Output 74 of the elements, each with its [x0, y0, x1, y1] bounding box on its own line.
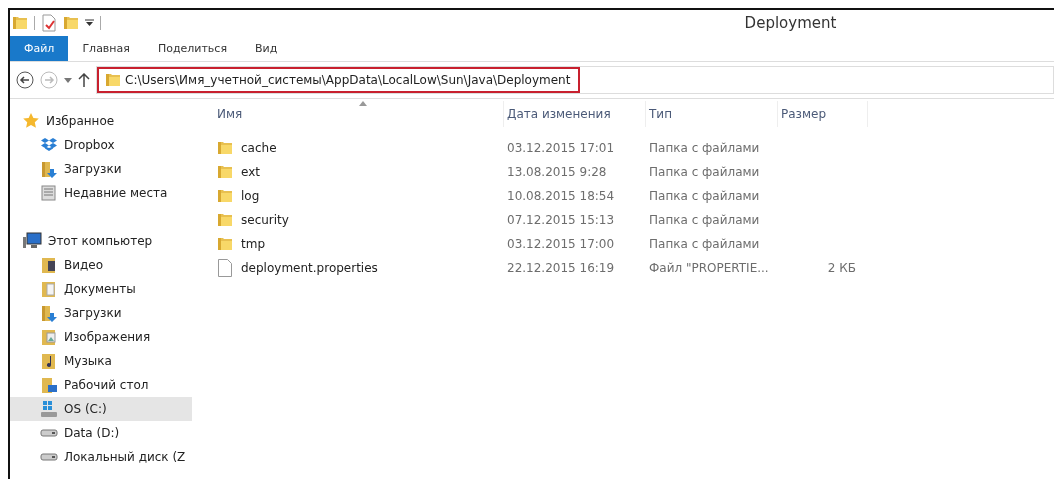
- file-row[interactable]: deployment.properties 22.12.2015 16:19 Файл "PROPERTIE... 2 КБ: [214, 256, 1054, 280]
- desktop-folder-icon: [40, 376, 58, 394]
- folder-icon: [217, 139, 233, 157]
- dropdown-icon[interactable]: [85, 19, 94, 27]
- file-icon: [217, 259, 233, 277]
- star-icon: [22, 112, 40, 130]
- file-type: Папка с файлами: [649, 165, 760, 179]
- sidebar-item[interactable]: Загрузки: [10, 157, 192, 181]
- file-type: Файл "PROPERTIE...: [649, 261, 769, 275]
- sidebar-item[interactable]: Локальный диск (Z: [10, 445, 192, 469]
- file-type: Папка с файлами: [649, 141, 760, 155]
- file-name: ext: [241, 165, 260, 179]
- file-type: Папка с файлами: [649, 237, 760, 251]
- file-type: Папка с файлами: [649, 189, 760, 203]
- sidebar-item[interactable]: Загрузки: [10, 301, 192, 325]
- sort-caret-icon: [358, 101, 367, 106]
- sidebar-item[interactable]: Недавние места: [10, 181, 192, 205]
- sidebar-item[interactable]: Dropbox: [10, 133, 192, 157]
- documents-folder-icon: [40, 280, 58, 298]
- modified-date: 03.12.2015 17:01: [507, 141, 615, 155]
- file-name: cache: [241, 141, 277, 155]
- file-name: deployment.properties: [241, 261, 378, 275]
- column-header[interactable]: Размер: [778, 101, 868, 127]
- music-folder-icon: [40, 352, 58, 370]
- file-type: Папка с файлами: [649, 213, 760, 227]
- sidebar-item[interactable]: Data (D:): [10, 421, 192, 445]
- properties-icon[interactable]: [41, 14, 57, 32]
- video-folder-icon: [40, 256, 58, 274]
- ribbon-tab[interactable]: Файл: [10, 36, 69, 61]
- sidebar-item[interactable]: Рабочий стол: [10, 373, 192, 397]
- file-name: log: [241, 189, 260, 203]
- file-row[interactable]: log 10.08.2015 18:54 Папка с файлами: [214, 184, 1054, 208]
- address-bar[interactable]: C:\Users\Имя_учетной_системы\AppData\LocalLow\Sun\Java\Deployment: [97, 67, 581, 93]
- back-icon[interactable]: [16, 71, 34, 89]
- window-title: Deployment: [743, 14, 838, 32]
- modified-date: 07.12.2015 15:13: [507, 213, 615, 227]
- file-size: 2 КБ: [827, 261, 856, 275]
- sidebar-item[interactable]: Видео: [10, 253, 192, 277]
- modified-date: 13.08.2015 9:28: [507, 165, 607, 179]
- folder-icon: [217, 163, 233, 181]
- file-row[interactable]: tmp 03.12.2015 17:00 Папка с файлами: [214, 232, 1054, 256]
- folder-icon: [217, 235, 233, 253]
- ribbon-tab[interactable]: Главная: [68, 36, 144, 61]
- sidebar-item[interactable]: Документы: [10, 277, 192, 301]
- modified-date: 22.12.2015 16:19: [507, 261, 615, 275]
- column-header[interactable]: Тип: [646, 101, 778, 127]
- modified-date: 03.12.2015 17:00: [507, 237, 615, 251]
- drive-icon: [40, 453, 58, 461]
- sidebar-item[interactable]: Музыка: [10, 349, 192, 373]
- file-row[interactable]: security 07.12.2015 15:13 Папка с файлами: [214, 208, 1054, 232]
- file-name: security: [241, 213, 289, 227]
- sidebar-group-header[interactable]: Избранное: [10, 109, 192, 133]
- up-icon[interactable]: [78, 73, 90, 87]
- modified-date: 10.08.2015 18:54: [507, 189, 615, 203]
- file-name: tmp: [241, 237, 265, 251]
- file-row[interactable]: cache 03.12.2015 17:01 Папка с файлами: [214, 136, 1054, 160]
- sidebar-group-header[interactable]: Этот компьютер: [10, 229, 192, 253]
- recent-places-icon: [40, 184, 58, 202]
- sidebar-item[interactable]: Изображения: [10, 325, 192, 349]
- system-drive-icon: [40, 400, 58, 418]
- ribbon-tab[interactable]: Поделиться: [143, 36, 242, 61]
- sidebar-item[interactable]: OS (C:): [10, 397, 192, 421]
- computer-icon: [22, 232, 42, 250]
- downloads-folder-icon: [40, 160, 58, 178]
- column-header[interactable]: Имя: [214, 101, 504, 127]
- drive-icon: [40, 429, 58, 437]
- file-row[interactable]: ext 13.08.2015 9:28 Папка с файлами: [214, 160, 1054, 184]
- folder-icon: [217, 187, 233, 205]
- folder-icon: [217, 211, 233, 229]
- ribbon-tab[interactable]: Вид: [241, 36, 292, 61]
- pictures-folder-icon: [40, 328, 58, 346]
- downloads-folder-icon: [40, 304, 58, 322]
- column-header[interactable]: Дата изменения: [504, 101, 646, 127]
- dropbox-icon: [40, 136, 58, 154]
